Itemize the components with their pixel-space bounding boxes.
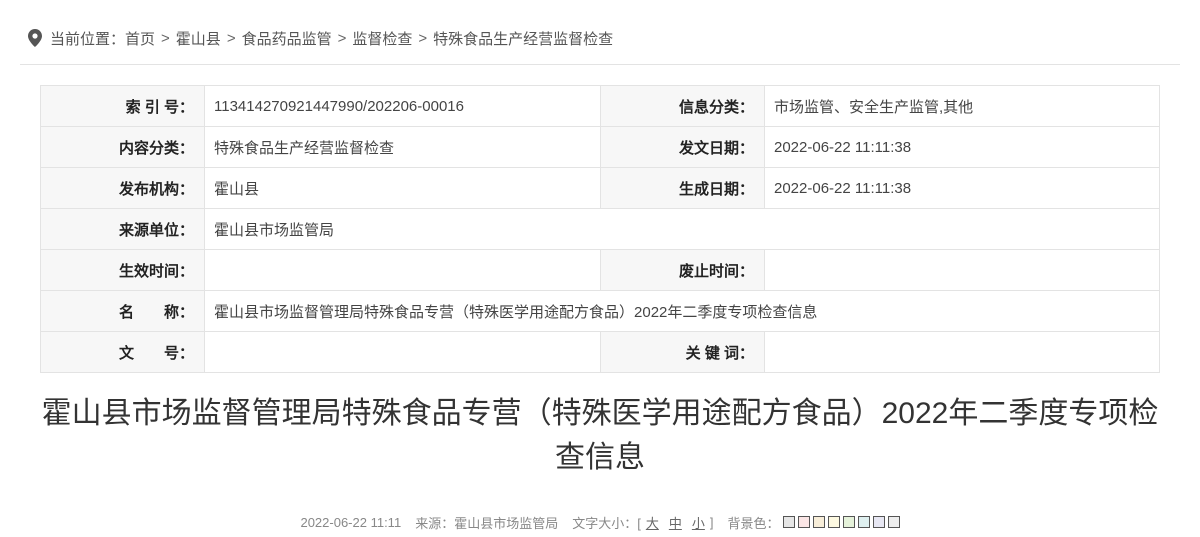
document-number-value (204, 331, 601, 373)
name-label: 名 称： (40, 290, 205, 332)
breadcrumb-separator: > (161, 29, 170, 47)
article-title: 霍山县市场监督管理局特殊食品专营（特殊医学用途配方食品）2022年二季度专项检查… (41, 397, 1159, 474)
breadcrumb-separator: > (337, 29, 347, 47)
info-category-value: 市场监管、安全生产监管,其他 (764, 85, 1160, 127)
breadcrumb: 当前位置： 首页 > 霍山县 > 食品药品监管 > 监督检查 > 特殊食品生产经… (28, 24, 613, 52)
index-number-label: 索 引 号： (40, 85, 205, 127)
font-size-medium-button[interactable]: 中 (669, 513, 682, 532)
background-swatch-5[interactable] (842, 516, 855, 528)
publisher-label: 发布机构： (40, 167, 205, 209)
publish-date-label: 发文日期： (600, 126, 765, 168)
background-swatch-3[interactable] (812, 516, 825, 528)
table-row: 生效时间： 废止时间： (40, 249, 1160, 291)
background-swatch-2[interactable] (797, 516, 810, 528)
article-info-bar: 2022-06-22 11:11 来源：霍山县市场监管局 文字大小：[ 大 中 … (0, 512, 1200, 532)
source-unit-value: 霍山县市场监管局 (204, 208, 1160, 250)
publish-date-value: 2022-06-22 11:11:38 (764, 126, 1160, 168)
breadcrumb-inspection[interactable]: 监督检查 (352, 28, 412, 49)
table-row: 索 引 号： 113414270921447990/202206-00016 信… (40, 85, 1160, 127)
font-size-close: ] (709, 514, 714, 530)
table-row: 名 称： 霍山县市场监督管理局特殊食品专营（特殊医学用途配方食品）2022年二季… (40, 290, 1160, 332)
font-size-label: 文字大小：[ (572, 515, 641, 531)
keywords-label: 关 键 词： (600, 331, 765, 373)
location-pin-icon (28, 29, 42, 47)
background-swatch-4[interactable] (827, 516, 840, 528)
background-swatch-6[interactable] (857, 516, 870, 528)
metadata-table: 索 引 号： 113414270921447990/202206-00016 信… (40, 85, 1160, 373)
content-category-value: 特殊食品生产经营监督检查 (204, 126, 601, 168)
background-swatch-7[interactable] (872, 516, 885, 528)
source-unit-label: 来源单位： (40, 208, 205, 250)
effective-date-label: 生效时间： (40, 249, 205, 291)
breadcrumb-separator: > (418, 29, 428, 47)
repeal-date-value (764, 249, 1160, 291)
breadcrumb-county[interactable]: 霍山县 (176, 28, 221, 49)
table-row: 文 号： 关 键 词： (40, 331, 1160, 373)
table-row: 内容分类： 特殊食品生产经营监督检查 发文日期： 2022-06-22 11:1… (40, 126, 1160, 168)
keywords-value (764, 331, 1160, 373)
content-category-label: 内容分类： (40, 126, 205, 168)
breadcrumb-separator: > (226, 29, 236, 47)
publisher-value: 霍山县 (204, 167, 601, 209)
article-source: 来源：霍山县市场监管局 (415, 515, 559, 531)
breadcrumb-divider (20, 64, 1180, 65)
index-number-value: 113414270921447990/202206-00016 (204, 85, 601, 127)
breadcrumb-special-food[interactable]: 特殊食品生产经营监督检查 (433, 28, 613, 49)
info-category-label: 信息分类： (600, 85, 765, 127)
generated-date-label: 生成日期： (600, 167, 765, 209)
font-size-large-button[interactable]: 大 (646, 513, 659, 532)
generated-date-value: 2022-06-22 11:11:38 (764, 167, 1160, 209)
breadcrumb-prefix: 当前位置： (50, 30, 126, 48)
background-swatches (780, 516, 900, 528)
name-value: 霍山县市场监督管理局特殊食品专营（特殊医学用途配方食品）2022年二季度专项检查… (204, 290, 1160, 332)
font-size-small-button[interactable]: 小 (692, 513, 705, 532)
background-swatch-8[interactable] (887, 516, 900, 528)
breadcrumb-home[interactable]: 首页 (125, 28, 155, 49)
document-number-label: 文 号： (40, 331, 205, 373)
table-row: 来源单位： 霍山县市场监管局 (40, 208, 1160, 250)
article-date: 2022-06-22 11:11 (300, 514, 402, 530)
background-swatch-1[interactable] (782, 516, 795, 528)
background-color-label: 背景色： (727, 515, 780, 531)
effective-date-value (204, 249, 601, 291)
repeal-date-label: 废止时间： (600, 249, 765, 291)
table-row: 发布机构： 霍山县 生成日期： 2022-06-22 11:11:38 (40, 167, 1160, 209)
breadcrumb-food-drug[interactable]: 食品药品监管 (242, 28, 332, 49)
